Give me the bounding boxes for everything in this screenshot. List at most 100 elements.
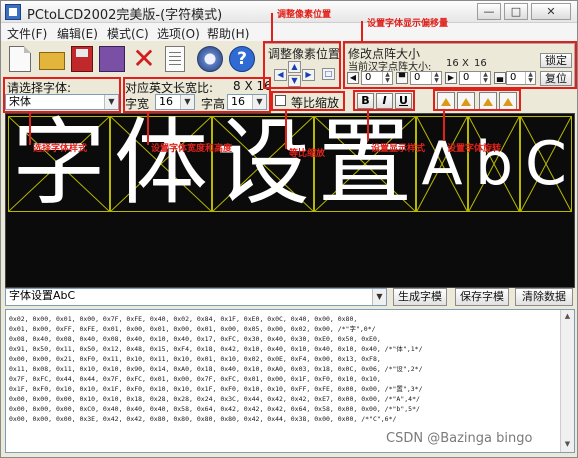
spin-arrows[interactable]: ▲ ▼ [382,72,392,84]
maximize-button[interactable]: □ [504,3,528,20]
close-button[interactable]: ✕ [531,3,571,20]
preview-cell: C [520,116,572,212]
font-name-combo[interactable]: 字体设置AbC ▼ [5,288,387,306]
char-width-select[interactable]: 16 ▼ [155,94,195,110]
window-title: PCtoLCD2002完美版-(字符模式) [27,8,223,23]
code-line: 0x1F, 0xF0, 0x10, 0x10, 0x1F, 0xF0, 0x10… [9,385,423,393]
annotation-label: 设置显示样式 [371,144,426,154]
top-offset-value: 0 [414,72,421,83]
preview-char: 体 [113,109,208,218]
clear-data-button[interactable]: 清除数据 [515,288,573,306]
char-height-select[interactable]: 16 ▼ [227,94,267,110]
menu-edit[interactable]: 编辑(E) [57,25,98,42]
right-offset-value: 0 [463,72,470,83]
menu-file[interactable]: 文件(F) [7,25,47,42]
app-window: PCtoLCD2002完美版-(字符模式) — □ ✕ 文件(F) 编辑(E) … [0,0,578,458]
generate-button[interactable]: 生成字模 [393,288,447,306]
code-line: 0x01, 0x00, 0xFF, 0xFE, 0x01, 0x00, 0x01… [9,325,376,333]
save-icon[interactable] [71,46,93,72]
code-line: 0x7F, 0xFC, 0x44, 0x44, 0x7F, 0xFC, 0x01… [9,375,381,383]
menu-help[interactable]: 帮助(H) [207,25,249,42]
chevron-down-icon[interactable]: ▼ [104,95,118,109]
char-width-value: 16 [159,95,173,108]
font-select[interactable]: 宋体 ▼ [5,94,119,110]
underline-button[interactable]: U [395,93,412,109]
rotate-right-icon[interactable] [457,92,475,110]
rotate-left-icon[interactable] [437,92,455,110]
annotation-label: 设置字体显示偏移量 [367,19,449,29]
settings-icon[interactable] [197,46,223,72]
code-line: 0x91, 0x50, 0x11, 0x50, 0x12, 0x48, 0x15… [9,345,423,353]
annotation-label: 设置字体旋转 [447,144,502,154]
move-right-button[interactable]: ▶ [302,69,315,81]
preview-char: b [474,129,514,199]
minimize-button[interactable]: — [477,3,501,20]
top-edge-icon: ▀ [396,72,408,84]
preview-cell: 体 [110,116,212,212]
reset-position-button[interactable]: □ [322,68,335,80]
right-edge-icon: ▶ [445,72,457,84]
code-line: 0x00, 0x00, 0x00, 0xC0, 0x40, 0x40, 0x40… [9,405,420,413]
annotation-line [285,111,287,149]
save-font-button[interactable]: 保存字模 [455,288,509,306]
preview-char: 置 [317,109,412,218]
preview-cell: b [468,116,520,212]
times-sign: X [462,58,469,69]
flip-horizontal-icon[interactable] [479,92,497,110]
generate-icon[interactable] [99,46,125,72]
move-up-button[interactable]: ▲ [288,61,301,73]
bottom-offset-spin[interactable]: 0 ▲ ▼ [506,71,536,85]
preview-cell: 设 [212,116,314,212]
font-select-value: 宋体 [9,95,31,108]
scroll-up-icon[interactable]: ▲ [562,311,573,322]
annotation-line [443,111,445,141]
bottom-edge-icon: ▄ [494,72,506,84]
menu-mode[interactable]: 模式(C) [107,25,149,42]
move-down-button[interactable]: ▼ [288,75,301,87]
new-icon[interactable] [9,46,31,72]
chevron-down-icon[interactable]: ▼ [180,95,194,109]
preview-cell: 字 [8,116,110,212]
top-offset-spin[interactable]: 0 ▲ ▼ [410,71,442,85]
spin-arrows[interactable]: ▲ ▼ [431,72,441,84]
bottom-offset-value: 0 [510,72,517,83]
annotation-line [147,113,149,145]
char-height-value: 16 [231,95,245,108]
chevron-down-icon[interactable]: ▼ [252,95,266,109]
spin-arrows[interactable]: ▲ ▼ [480,72,490,84]
annotation-line [367,111,369,141]
right-offset-spin[interactable]: 0 ▲ ▼ [459,71,491,85]
annotation-label: 等比缩放 [289,149,326,159]
menu-options[interactable]: 选项(O) [157,25,200,42]
scroll-down-icon[interactable]: ▼ [562,439,573,450]
bold-button[interactable]: B [357,93,374,109]
open-icon[interactable] [39,52,65,70]
left-offset-spin[interactable]: 0 ▲ ▼ [361,71,393,85]
properties-icon[interactable] [165,46,185,72]
italic-button[interactable]: I [376,93,393,109]
lock-button[interactable]: 锁定 [540,53,572,68]
code-line: 0x00, 0x00, 0x00, 0x10, 0x10, 0x18, 0x28… [9,395,420,403]
preview-cell: 置 [314,116,416,212]
help-icon[interactable]: ? [229,46,255,72]
annotation-label: 设置字体宽度和高度 [151,144,233,154]
menu-bar: 文件(F) 编辑(E) 模式(C) 选项(O) 帮助(H) [1,23,577,41]
toolbar: ✕ ? [1,42,261,78]
flip-vertical-icon[interactable] [499,92,517,110]
preview-char: 设 [215,109,310,218]
annotation-label: 选择字体样式 [33,144,88,154]
reset-size-button[interactable]: 复位 [540,71,572,86]
pixel-adjust-group: 调整像素位置 ▲ ◀ ▶ ▼ □ [263,43,341,89]
preview-cell: A [416,116,468,212]
preview-char: C [525,129,567,199]
pixel-adjust-title: 调整像素位置 [268,47,341,61]
vertical-scrollbar[interactable]: ▲ ▼ [560,310,574,452]
annotation-line [271,13,273,41]
current-width: 16 [446,58,459,69]
proportional-scale-checkbox[interactable] [275,95,286,106]
move-left-button[interactable]: ◀ [274,69,287,81]
annotation-label: 调整像素位置 [277,10,332,20]
chevron-down-icon[interactable]: ▼ [372,289,386,305]
delete-icon[interactable]: ✕ [131,45,157,73]
spin-arrows[interactable]: ▲ ▼ [525,72,535,84]
